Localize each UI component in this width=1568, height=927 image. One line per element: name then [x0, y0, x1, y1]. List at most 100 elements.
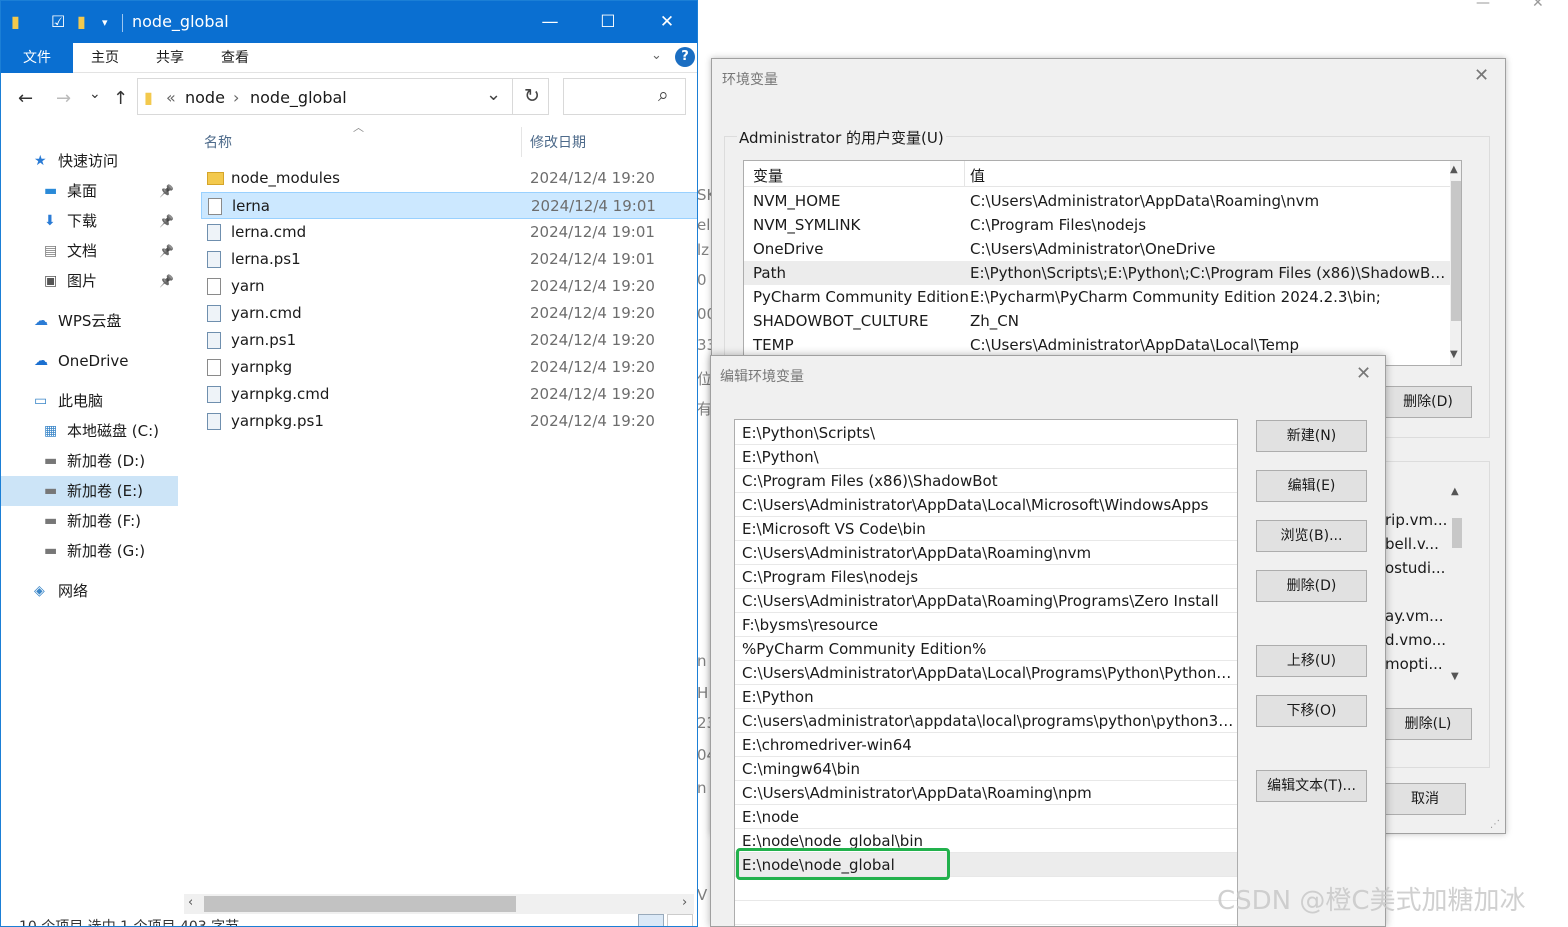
path-entry[interactable]: C:\Users\Administrator\AppData\Local\Mic… [735, 493, 1237, 517]
header-divider[interactable] [964, 161, 965, 187]
sidebar-item[interactable]: ▬ 新加卷 (G:) [1, 536, 178, 566]
horizontal-scrollbar[interactable]: ‹ › [184, 894, 694, 914]
sidebar-item[interactable]: ▣ 图片 📌 [1, 266, 178, 296]
file-row[interactable]: yarn.ps1 2024/12/4 19:20 [201, 327, 697, 354]
path-entry[interactable]: C:\mingw64\bin [735, 757, 1237, 781]
user-variables-scrollbar[interactable]: ▲ ▼ [1450, 161, 1461, 365]
sidebar-item[interactable]: ⬇ 下载 📌 [1, 206, 178, 236]
address-bar[interactable]: ▮ « node › node_global ⌄ ↻ [137, 78, 549, 115]
path-entry[interactable]: C:\Users\Administrator\AppData\Roaming\P… [735, 589, 1237, 613]
pin-icon[interactable]: 📌 [159, 176, 174, 206]
folder-icon[interactable]: ▮ [11, 12, 20, 31]
user-variable-row[interactable]: TEMP C:\Users\Administrator\AppData\Local… [744, 333, 1450, 357]
tab-file[interactable]: 文件 [1, 43, 73, 73]
path-entry[interactable]: E:\Microsoft VS Code\bin [735, 517, 1237, 541]
column-divider[interactable] [521, 127, 522, 157]
file-row[interactable]: lerna.cmd 2024/12/4 19:01 [201, 219, 697, 246]
scrollbar-thumb[interactable] [1451, 181, 1461, 321]
system-variable-value-fragment[interactable]: ay.vm... [1385, 607, 1447, 625]
empty-path-entry[interactable] [735, 877, 1237, 901]
path-entry[interactable]: E:\Python\Scripts\ [735, 421, 1237, 445]
edit-text-button[interactable]: 编辑文本(T)... [1256, 770, 1367, 802]
expand-ribbon-icon[interactable]: ⌄ [651, 48, 662, 63]
path-entry[interactable]: C:\Users\Administrator\AppData\Roaming\n… [735, 781, 1237, 805]
sidebar-item[interactable]: ▭ 此电脑 [1, 386, 178, 416]
move-up-button[interactable]: 上移(U) [1256, 645, 1367, 677]
close-button[interactable]: ✕ [638, 1, 696, 43]
breadcrumb-overflow[interactable]: « [166, 88, 176, 107]
system-variables-scrollbar[interactable]: ▲ ▼ [1450, 483, 1464, 689]
system-variable-value-fragment[interactable]: rip.vm... [1385, 511, 1447, 529]
file-row[interactable]: node_modules 2024/12/4 19:20 [201, 165, 697, 192]
breadcrumb-node-global[interactable]: node_global [250, 88, 347, 107]
path-entry[interactable]: E:\node [735, 805, 1237, 829]
resize-grip-icon[interactable]: ⋰ [1490, 819, 1500, 830]
scroll-up-icon[interactable]: ▲ [1451, 486, 1459, 497]
minimize-button[interactable]: — [521, 1, 579, 43]
user-variable-row[interactable]: SHADOWBOT_CULTURE Zh_CN [744, 309, 1450, 333]
user-variable-row[interactable]: Path E:\Python\Scripts\;E:\Python\;C:\Pro… [744, 261, 1450, 285]
file-row[interactable]: yarn 2024/12/4 19:20 [201, 273, 697, 300]
cancel-button[interactable]: 取消 [1384, 783, 1466, 815]
search-box[interactable]: ⌕ [563, 78, 686, 115]
recent-locations-icon[interactable]: ⌄ [89, 86, 101, 102]
back-arrow-icon[interactable]: ← [18, 88, 33, 109]
sidebar-item[interactable]: ☁ WPS云盘 [1, 306, 178, 336]
path-entry[interactable]: F:\bysms\resource [735, 613, 1237, 637]
user-variable-row[interactable]: OneDrive C:\Users\Administrator\OneDrive [744, 237, 1450, 261]
path-entry[interactable]: E:\chromedriver-win64 [735, 733, 1237, 757]
browse-button[interactable]: 浏览(B)... [1256, 520, 1367, 552]
scrollbar-thumb[interactable] [204, 896, 516, 912]
path-entry[interactable]: %PyCharm Community Edition% [735, 637, 1237, 661]
user-variable-row[interactable]: NVM_HOME C:\Users\Administrator\AppData\R… [744, 189, 1450, 213]
user-variable-row[interactable]: NVM_SYMLINK C:\Program Files\nodejs [744, 213, 1450, 237]
sidebar-item[interactable]: ▬ 桌面 📌 [1, 176, 178, 206]
tab-share[interactable]: 共享 [141, 43, 199, 73]
forward-arrow-icon[interactable]: → [56, 88, 71, 109]
path-entry[interactable]: C:\Program Files (x86)\ShadowBot [735, 469, 1237, 493]
search-icon[interactable]: ⌕ [658, 84, 669, 106]
delete-button[interactable]: 删除(D) [1256, 570, 1367, 602]
path-entry[interactable]: C:\Users\Administrator\AppData\Local\Pro… [735, 661, 1237, 685]
sidebar-item[interactable]: ★ 快速访问 [1, 146, 178, 176]
scroll-up-icon[interactable]: ▲ [1450, 164, 1458, 175]
empty-path-entry[interactable] [735, 901, 1237, 925]
system-variable-value-fragment[interactable]: d.vmo... [1385, 631, 1447, 649]
path-entry[interactable]: C:\users\administrator\appdata\local\pro… [735, 709, 1237, 733]
new-folder-icon[interactable]: ▮ [77, 12, 86, 31]
pin-icon[interactable]: 📌 [159, 266, 174, 296]
breadcrumb-separator-icon[interactable]: › [233, 88, 239, 107]
sidebar-item[interactable]: ▬ 新加卷 (D:) [1, 446, 178, 476]
tab-home[interactable]: 主页 [76, 43, 134, 73]
column-date-modified[interactable]: 修改日期 [530, 132, 586, 152]
user-delete-button[interactable]: 删除(D) [1384, 386, 1472, 418]
scrollbar-thumb[interactable] [1452, 518, 1462, 548]
refresh-icon[interactable]: ↻ [524, 85, 540, 107]
pin-icon[interactable]: 📌 [159, 206, 174, 236]
path-entry[interactable]: C:\Program Files\nodejs [735, 565, 1237, 589]
file-row[interactable]: yarnpkg 2024/12/4 19:20 [201, 354, 697, 381]
large-icons-view-button[interactable] [667, 914, 693, 926]
sidebar-item[interactable]: ◈ 网络 [1, 576, 178, 606]
up-arrow-icon[interactable]: ↑ [113, 88, 128, 109]
sidebar-item[interactable]: ▦ 本地磁盘 (C:) [1, 416, 178, 446]
address-dropdown-icon[interactable]: ⌄ [486, 84, 501, 105]
path-entry[interactable]: C:\Users\Administrator\AppData\Roaming\n… [735, 541, 1237, 565]
scroll-right-arrow-icon[interactable]: › [682, 895, 687, 910]
column-name[interactable]: 名称 [204, 132, 232, 152]
move-down-button[interactable]: 下移(O) [1256, 695, 1367, 727]
file-row[interactable]: lerna.ps1 2024/12/4 19:01 [201, 246, 697, 273]
file-row[interactable]: yarn.cmd 2024/12/4 19:20 [201, 300, 697, 327]
maximize-button[interactable]: ☐ [579, 1, 637, 43]
system-variable-value-fragment[interactable]: bell.v... [1385, 535, 1447, 553]
path-entry[interactable]: E:\Python\ [735, 445, 1237, 469]
file-row[interactable]: yarnpkg.ps1 2024/12/4 19:20 [201, 408, 697, 435]
scroll-down-icon[interactable]: ▼ [1451, 671, 1459, 682]
file-row[interactable]: yarnpkg.cmd 2024/12/4 19:20 [201, 381, 697, 408]
sidebar-item[interactable]: ▬ 新加卷 (F:) [1, 506, 178, 536]
close-icon[interactable]: ✕ [1474, 65, 1489, 86]
pin-icon[interactable]: 📌 [159, 236, 174, 266]
system-delete-button[interactable]: 删除(L) [1384, 708, 1472, 740]
sidebar-item[interactable]: ☁ OneDrive [1, 346, 178, 376]
details-view-button[interactable] [638, 914, 664, 926]
